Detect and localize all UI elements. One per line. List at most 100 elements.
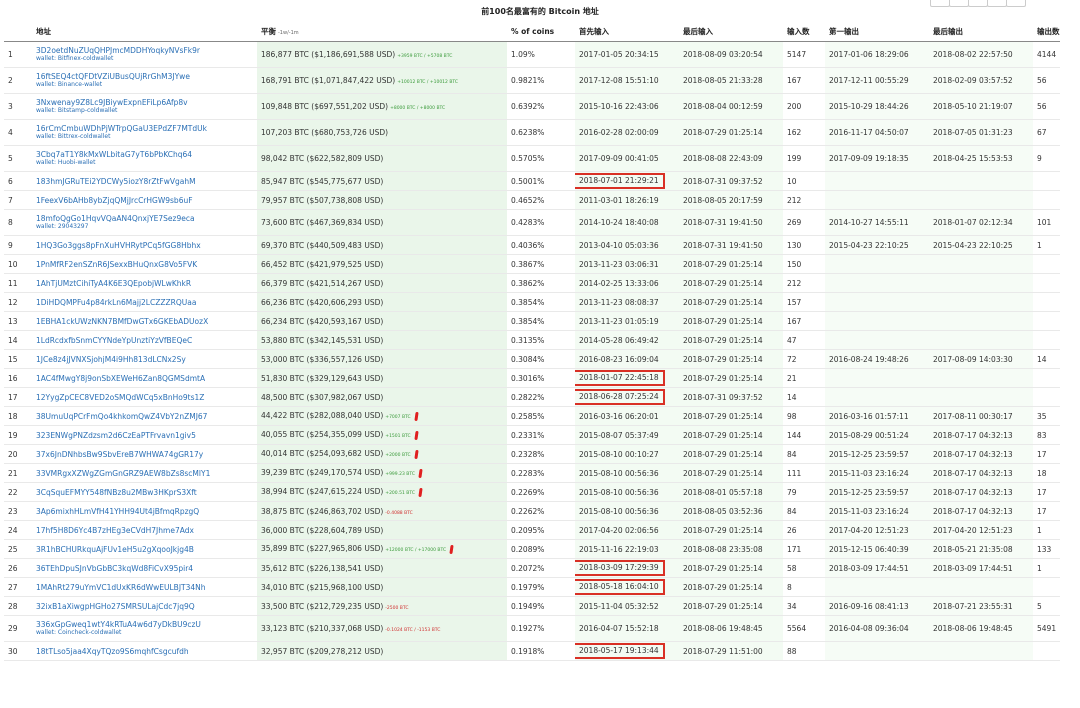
table-row: 27 1MAhRt279uYmVC1dUxKR6dWwEULBJT34Nh 34,0… xyxy=(4,577,1060,597)
wallet-label[interactable]: wallet: Binance-wallet xyxy=(36,81,253,89)
address-link[interactable]: 1EBHA1ckUWzNKN7BMfDwGTx6GKEbADUozX xyxy=(36,317,253,326)
outs-cell: 83 xyxy=(1033,425,1060,445)
address-cell: 323ENWgPNZdzsm2d6CzEaPTFrvavn1giv5 xyxy=(32,425,257,445)
first-in-cell: 2014-10-24 18:40:08 xyxy=(575,209,679,236)
col-header-outs[interactable]: 输出数 xyxy=(1033,22,1060,42)
balance-sort-toggle[interactable]: -1w/-1m xyxy=(278,30,299,36)
address-link[interactable]: 1PnMfRF2enSZnR6JSexxBHuQnxG8Vo5FVK xyxy=(36,260,253,269)
address-link[interactable]: 1FeexV6bAHb8ybZjqQMjJrcCrHGW9sb6uF xyxy=(36,196,253,205)
col-header-ins[interactable]: 输入数 xyxy=(783,22,825,42)
address-link[interactable]: 3Nxwenay9Z8Lc9JBiywExpnEFiLp6Afp8v xyxy=(36,98,253,107)
address-link[interactable]: 1JCe8z4jJVNXSjohjM4i9Hh813dLCNx2Sy xyxy=(36,355,253,364)
address-link[interactable]: 183hmJGRuTEi2YDCWy5iozY8rZtFwVgahM xyxy=(36,177,253,186)
address-link[interactable]: 1DiHDQMPFu4p84rkLn6Majj2LCZZZRQUaa xyxy=(36,298,253,307)
first-in-cell: 2013-11-23 08:08:37 xyxy=(575,292,679,312)
last-in-cell: 2018-07-29 01:25:14 xyxy=(679,368,783,388)
balance-change: +10012 BTC / +10012 BTC xyxy=(397,80,459,85)
address-link[interactable]: 32ixB1aXiwgpHGHo27SMRSULajCdc7jq9Q xyxy=(36,602,253,611)
address-link[interactable]: 12YygZpCEC8VED2oSMQdWCq5xBnHo9ts1Z xyxy=(36,393,253,402)
page-button[interactable] xyxy=(1006,0,1026,7)
address-link[interactable]: 38UmuUqPCrFmQo4khkomQwZ4VbY2nZMJ67 xyxy=(36,412,253,421)
percent-cell: 0.2331% xyxy=(507,425,575,445)
ins-cell: 79 xyxy=(783,482,825,502)
balance-cell: 40,055 BTC ($254,355,099 USD) +1501 BTC xyxy=(257,425,507,445)
rank-cell: 3 xyxy=(4,93,32,120)
address-link[interactable]: 3Cbq7aT1Y8kMxWLbitaG7yT6bPbKChq64 xyxy=(36,150,253,159)
wallet-label[interactable]: wallet: Bitstamp-coldwallet xyxy=(36,107,253,115)
outs-cell: 14 xyxy=(1033,349,1060,369)
wallet-label[interactable]: wallet: 29043297 xyxy=(36,223,253,231)
first-out-cell xyxy=(825,190,929,210)
last-in-cell: 2018-08-05 20:17:59 xyxy=(679,190,783,210)
address-link[interactable]: 3CqSquEFMYY548fNBz8u2MBw3HKprS3Xft xyxy=(36,488,253,497)
address-link[interactable]: 18tTLso5jaa4XqyTQzo9S6mqhfCsgcufdh xyxy=(36,647,253,656)
address-link[interactable]: 3Ap6mixhHLmVfH41YHH94Ut4jBfmqRpzgQ xyxy=(36,507,253,516)
outs-cell xyxy=(1033,577,1060,597)
address-link[interactable]: 1LdRcdxfbSnmCYYNdeYpUnztiYzVfBEQeC xyxy=(36,336,253,345)
address-cell: 16ftSEQ4ctQFDtVZiUBusQUjRrGhM3JYwe wallet… xyxy=(32,67,257,94)
page-button[interactable] xyxy=(987,0,1007,7)
balance-value: 168,791 BTC ($1,071,847,422 USD) xyxy=(261,76,396,85)
address-link[interactable]: 1AC4fMwgY8j9onSbXEWeH6Zan8QGMSdmtA xyxy=(36,374,253,383)
wallet-label[interactable]: wallet: Coincheck-coldwallet xyxy=(36,629,253,637)
outs-cell xyxy=(1033,368,1060,388)
first-in-cell: 2015-08-10 00:56:36 xyxy=(575,463,679,483)
outs-cell xyxy=(1033,292,1060,312)
percent-cell: 0.9821% xyxy=(507,67,575,94)
address-link[interactable]: 36TEhDpuSJnVbGbBC3kqWd8FiCvX95pir4 xyxy=(36,564,253,573)
first-in-value: 2016-02-28 02:00:09 xyxy=(579,128,659,137)
address-link[interactable]: 33VMRgxXZWgZGmGnGRZ9AEW8bZs8scMlY1 xyxy=(36,469,253,478)
address-link[interactable]: 16rCmCmbuWDhPjWTrpQGaU3EPdZF7MTdUk xyxy=(36,124,253,133)
wallet-label[interactable]: wallet: Huobi-wallet xyxy=(36,159,253,167)
percent-cell: 0.4652% xyxy=(507,190,575,210)
last-out-cell xyxy=(929,254,1033,274)
address-link[interactable]: 336xGpGweq1wtY4kRTuA4w6d7yDkBU9czU xyxy=(36,620,253,629)
page-button[interactable] xyxy=(930,0,950,7)
rank-cell: 14 xyxy=(4,330,32,350)
balance-change: +999.23 BTC xyxy=(385,472,415,478)
wallet-label[interactable]: wallet: Bitfinex-coldwallet xyxy=(36,55,253,63)
ins-cell: 171 xyxy=(783,539,825,559)
col-header-address[interactable]: 地址 xyxy=(32,22,257,42)
first-out-cell: 2014-10-27 14:55:11 xyxy=(825,209,929,236)
wallet-label[interactable]: wallet: Bittrex-coldwallet xyxy=(36,133,253,141)
ins-cell: 14 xyxy=(783,387,825,407)
address-link[interactable]: 16ftSEQ4ctQFDtVZiUBusQUjRrGhM3JYwe xyxy=(36,72,253,81)
first-in-value: 2014-02-25 13:33:06 xyxy=(579,278,659,288)
col-header-balance[interactable]: 平衡 -1w/-1m xyxy=(257,22,507,42)
col-header-percent[interactable]: % of coins xyxy=(507,22,575,42)
balance-cell: 39,239 BTC ($249,170,574 USD) +999.23 BTC xyxy=(257,463,507,483)
first-in-value: 2015-10-16 22:43:06 xyxy=(579,102,659,111)
table-row: 19 323ENWgPNZdzsm2d6CzEaPTFrvavn1giv5 40,0… xyxy=(4,425,1060,445)
address-link[interactable]: 18mfoQgGo1HqvVQaAN4QnxjYE7Sez9eca xyxy=(36,214,253,223)
col-header-last-out[interactable]: 最后输出 xyxy=(929,22,1033,42)
address-link[interactable]: 323ENWgPNZdzsm2d6CzEaPTFrvavn1giv5 xyxy=(36,431,253,440)
address-link[interactable]: 3D2oetdNuZUqQHPJmcMDDHYoqkyNVsFk9r xyxy=(36,46,253,55)
first-out-cell xyxy=(825,254,929,274)
address-link[interactable]: 1AhTjUMztCihiTyA4K6E3QEpobjWLwKhkR xyxy=(36,279,253,288)
col-header-last-in[interactable]: 最后输入 xyxy=(679,22,783,42)
percent-cell: 0.1927% xyxy=(507,615,575,642)
page-button[interactable] xyxy=(949,0,969,7)
last-out-cell xyxy=(929,311,1033,331)
address-link[interactable]: 1MAhRt279uYmVC1dUxKR6dWwEULBJT34Nh xyxy=(36,583,253,592)
table-row: 15 1JCe8z4jJVNXSjohjM4i9Hh813dLCNx2Sy 53,0… xyxy=(4,349,1060,369)
balance-value: 98,042 BTC ($622,582,809 USD) xyxy=(261,154,384,163)
balance-cell: 53,000 BTC ($336,557,126 USD) xyxy=(257,349,507,369)
address-link[interactable]: 17hf5H8D6Yc4B7zHEg3eCVdH7Jhme7Adx xyxy=(36,526,253,535)
first-out-cell: 2016-09-16 08:41:13 xyxy=(825,596,929,616)
balance-value: 32,957 BTC ($209,278,212 USD) xyxy=(261,646,384,656)
outs-cell: 17 xyxy=(1033,501,1060,521)
address-link[interactable]: 1HQ3Go3ggs8pFnXuHVHRytPCq5fGG8Hbhx xyxy=(36,241,253,250)
address-link[interactable]: 37x6JnDNhbsBw9SbvEreB7WHWA74gGR17y xyxy=(36,450,253,459)
first-in-value: 2016-08-23 16:09:04 xyxy=(579,354,659,364)
page-button[interactable] xyxy=(968,0,988,7)
ins-cell: 5564 xyxy=(783,615,825,642)
outs-cell: 4144 xyxy=(1033,41,1060,68)
balance-cell: 168,791 BTC ($1,071,847,422 USD) +10012 B… xyxy=(257,67,507,94)
last-in-cell: 2018-07-29 01:25:14 xyxy=(679,444,783,464)
col-header-first-out[interactable]: 第一输出 xyxy=(825,22,929,42)
outs-cell: 5491 xyxy=(1033,615,1060,642)
address-link[interactable]: 3R1hBCHURkquAjFUv1eH5u2gXqooJkjg4B xyxy=(36,545,253,554)
col-header-first-in[interactable]: 首先输入 xyxy=(575,22,679,42)
